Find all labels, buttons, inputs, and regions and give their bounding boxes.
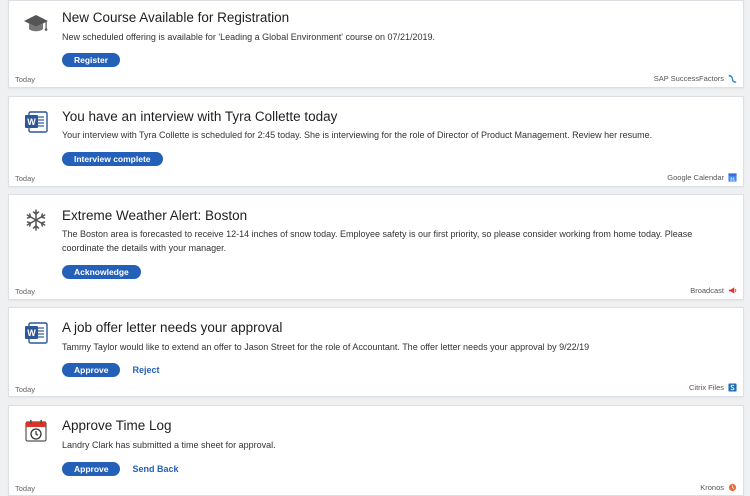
card-actions: Register: [62, 53, 121, 67]
source-app: Broadcast: [690, 286, 737, 295]
broadcast-icon: [728, 286, 737, 295]
svg-text:W: W: [27, 117, 36, 127]
kronos-icon: [728, 483, 737, 492]
source-app: SAP SuccessFactors: [654, 74, 737, 83]
timestamp: Today: [15, 484, 36, 493]
source-label: Citrix Files: [689, 383, 724, 392]
source-label: Kronos: [700, 483, 724, 492]
notification-card: New Course Available for Registration Ne…: [8, 0, 744, 88]
card-actions: Acknowledge: [62, 265, 141, 279]
notification-feed: New Course Available for Registration Ne…: [0, 0, 750, 496]
timestamp: Today: [15, 385, 36, 394]
acknowledge-button[interactable]: Acknowledge: [62, 265, 141, 279]
card-title: A job offer letter needs your approval: [62, 320, 283, 335]
notification-card: W A job offer letter needs your approval…: [8, 307, 744, 397]
card-body: Tammy Taylor would like to extend an off…: [62, 342, 590, 352]
google-calendar-icon: 31: [728, 173, 737, 182]
word-document-icon: W: [23, 109, 49, 135]
svg-text:W: W: [27, 328, 36, 338]
card-title: You have an interview with Tyra Collette…: [62, 109, 338, 124]
notification-card: Extreme Weather Alert: Boston The Boston…: [8, 194, 744, 300]
citrix-files-icon: [728, 383, 737, 392]
source-label: Broadcast: [690, 286, 724, 295]
notification-card: W You have an interview with Tyra Collet…: [8, 96, 744, 187]
card-title: New Course Available for Registration: [62, 10, 290, 25]
card-body: Landry Clark has submitted a time sheet …: [62, 440, 276, 450]
source-label: SAP SuccessFactors: [653, 74, 724, 83]
snowflake-icon: [23, 207, 49, 233]
card-title: Approve Time Log: [62, 418, 172, 433]
source-app: Citrix Files: [689, 383, 737, 392]
reject-link[interactable]: Reject: [132, 365, 159, 375]
svg-text:31: 31: [730, 176, 736, 181]
card-actions: Interview complete: [62, 152, 163, 166]
source-label: Google Calendar: [667, 173, 724, 182]
notification-card: Approve Time Log Landry Clark has submit…: [8, 405, 744, 496]
source-app: Kronos: [700, 483, 737, 492]
successfactors-icon: [728, 74, 737, 83]
word-document-icon: W: [23, 320, 49, 346]
card-body: New scheduled offering is available for …: [62, 32, 436, 42]
card-actions: Approve Reject: [62, 363, 160, 377]
approve-button[interactable]: Approve: [62, 363, 121, 377]
source-app: Google Calendar 31: [667, 173, 737, 182]
approve-button[interactable]: Approve: [62, 462, 121, 476]
card-actions: Approve Send Back: [62, 462, 179, 476]
card-body: The Boston area is forecasted to receive…: [62, 229, 693, 253]
send-back-link[interactable]: Send Back: [132, 464, 178, 474]
card-body: Your interview with Tyra Collette is sch…: [62, 130, 653, 140]
card-title: Extreme Weather Alert: Boston: [62, 208, 248, 223]
timestamp: Today: [15, 287, 36, 296]
register-button[interactable]: Register: [62, 53, 121, 67]
calendar-clock-icon: [23, 418, 49, 444]
timestamp: Today: [15, 75, 36, 84]
timestamp: Today: [15, 174, 36, 183]
graduation-cap-icon: [23, 10, 49, 36]
interview-complete-button[interactable]: Interview complete: [62, 152, 163, 166]
